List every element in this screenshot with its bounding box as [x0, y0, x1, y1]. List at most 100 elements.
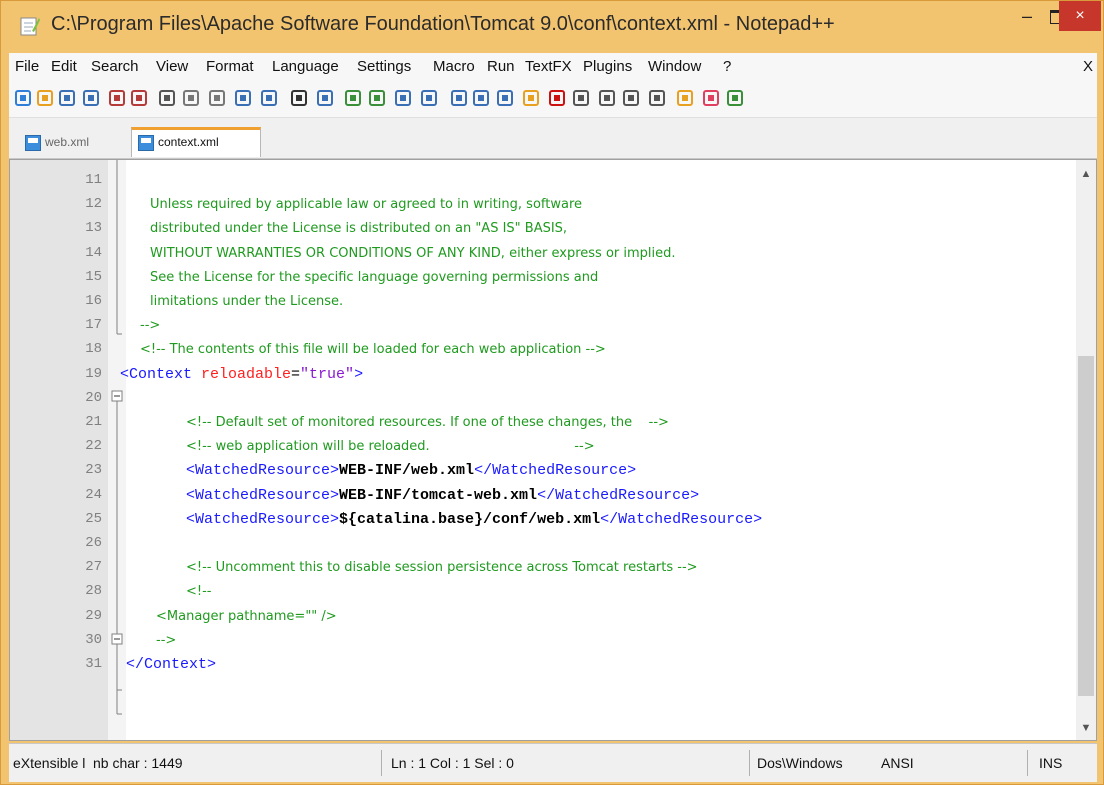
code-token: distributed under the License is distrib… [150, 221, 568, 237]
indent-guide-icon[interactable] [495, 88, 515, 108]
tab-context-xml[interactable]: context.xml [131, 127, 261, 157]
paste-icon[interactable] [207, 88, 227, 108]
cut-icon[interactable] [157, 88, 177, 108]
code-token: --> [156, 632, 177, 648]
zoom-in-icon[interactable] [343, 88, 363, 108]
show-all-chars-icon[interactable] [471, 88, 491, 108]
code-line: <Context reloadable="true"> [120, 365, 363, 383]
find-icon[interactable] [289, 88, 309, 108]
open-file-icon[interactable] [35, 88, 55, 108]
status-position: Ln : 1 Col : 1 Sel : 0 [391, 755, 514, 771]
menu-view[interactable]: View [156, 58, 188, 75]
line-number: 31 [85, 656, 102, 672]
line-number: 21 [85, 414, 102, 430]
close-document-button[interactable]: X [1083, 58, 1093, 75]
status-language: eXtensible l [13, 755, 86, 771]
line-number: 23 [85, 462, 102, 479]
scroll-up-icon[interactable]: ▲ [1080, 168, 1092, 180]
tab-web-xml[interactable]: web.xml [19, 130, 127, 157]
favorite-icon[interactable] [701, 88, 721, 108]
code-line: --> [140, 316, 160, 334]
line-number: 15 [85, 268, 102, 285]
minimize-button[interactable]: – [1011, 1, 1043, 33]
monitor-icon[interactable] [675, 88, 695, 108]
code-token: "true" [300, 365, 355, 383]
undo-icon[interactable] [233, 88, 253, 108]
editor-pane[interactable]: 11 12 Unless required by applicable law or… [9, 159, 1097, 741]
play-macro-icon[interactable] [597, 88, 617, 108]
menu-edit[interactable]: Edit [51, 58, 77, 75]
code-line: --> [156, 631, 176, 649]
menu-plugins[interactable]: Plugins [583, 58, 632, 75]
menu-format[interactable]: Format [206, 58, 254, 75]
close-icon[interactable] [107, 88, 127, 108]
menu-search[interactable]: Search [91, 58, 139, 75]
plugin-icon[interactable] [725, 88, 745, 108]
menu-textfx[interactable]: TextFX [525, 58, 572, 75]
copy-icon[interactable] [181, 88, 201, 108]
menu-window[interactable]: Window [648, 58, 701, 75]
close-window-button[interactable]: × [1059, 1, 1101, 31]
redo-icon[interactable] [259, 88, 279, 108]
user-lang-icon[interactable] [521, 88, 541, 108]
stop-record-icon[interactable] [571, 88, 591, 108]
code-token: ${catalina.base}/conf/web.xml [339, 510, 601, 528]
status-bar: eXtensible l nb char : 1449 Ln : 1 Col :… [9, 743, 1097, 782]
code-token: > [354, 365, 364, 383]
line-number: 24 [85, 486, 102, 503]
fold-margin[interactable] [108, 160, 126, 740]
save-macro-icon[interactable] [647, 88, 667, 108]
vertical-scrollbar[interactable]: ▲ ▼ [1076, 160, 1096, 740]
window-title: C:\Program Files\Apache Software Foundat… [51, 13, 835, 35]
line-number: 20 [85, 389, 102, 406]
title-bar[interactable]: C:\Program Files\Apache Software Foundat… [1, 1, 1103, 53]
zoom-out-icon[interactable] [367, 88, 387, 108]
new-file-icon[interactable] [13, 88, 33, 108]
scroll-down-icon[interactable]: ▼ [1080, 722, 1092, 734]
code-token: </WatchedResource> [474, 462, 637, 480]
close-all-icon[interactable] [129, 88, 149, 108]
code-token: WEB-INF/tomcat-web.xml [339, 486, 538, 504]
saved-file-icon [138, 135, 154, 151]
status-insert-mode: INS [1039, 755, 1063, 771]
line-number: 14 [85, 244, 102, 261]
save-all-icon[interactable] [81, 88, 101, 108]
scrollbar-thumb[interactable] [1078, 356, 1094, 696]
menu-run[interactable]: Run [487, 58, 515, 75]
menu-macro[interactable]: Macro [433, 58, 475, 75]
sync-vertical-icon[interactable] [393, 88, 413, 108]
code-token: WEB-INF/web.xml [339, 462, 475, 480]
code-line: <!-- Default set of monitored resources.… [186, 413, 669, 431]
code-token: <!-- [186, 584, 212, 600]
code-token: See the License for the specific languag… [150, 269, 599, 285]
line-number: 16 [85, 293, 102, 309]
code-token: <WatchedResource> [186, 486, 340, 504]
line-number: 18 [85, 341, 102, 358]
code-token: = [291, 365, 301, 383]
code-line: <!-- web application will be reloaded. -… [186, 437, 595, 455]
code-token: <Context [120, 365, 202, 383]
code-token: </WatchedResource> [600, 510, 763, 528]
run-macro-multiple-icon[interactable] [621, 88, 641, 108]
code-line: <!-- Uncomment this to disable session p… [186, 558, 698, 576]
menu-settings[interactable]: Settings [357, 58, 411, 75]
sync-horizontal-icon[interactable] [419, 88, 439, 108]
menu-help[interactable]: ? [723, 58, 731, 75]
word-wrap-icon[interactable] [449, 88, 469, 108]
replace-icon[interactable] [315, 88, 335, 108]
menu-file[interactable]: File [15, 58, 39, 75]
code-line: <WatchedResource>${catalina.base}/conf/w… [186, 510, 762, 528]
record-macro-icon[interactable] [547, 88, 567, 108]
code-token: --> [140, 318, 161, 334]
saved-file-icon [25, 135, 41, 151]
line-number: 26 [85, 535, 102, 551]
save-icon[interactable] [57, 88, 77, 108]
code-token: <!-- The contents of this file will be l… [140, 342, 606, 358]
menu-bar: File Edit Search View Format Language Se… [9, 53, 1097, 79]
code-token: <!-- Default set of monitored resources.… [186, 415, 669, 430]
code-token: <!-- Uncomment this to disable session p… [186, 560, 698, 576]
menu-language[interactable]: Language [272, 58, 339, 75]
code-token: reloadable [201, 365, 292, 383]
code-token: Unless required by applicable law or agr… [150, 197, 583, 213]
status-encoding: ANSI [881, 755, 914, 771]
